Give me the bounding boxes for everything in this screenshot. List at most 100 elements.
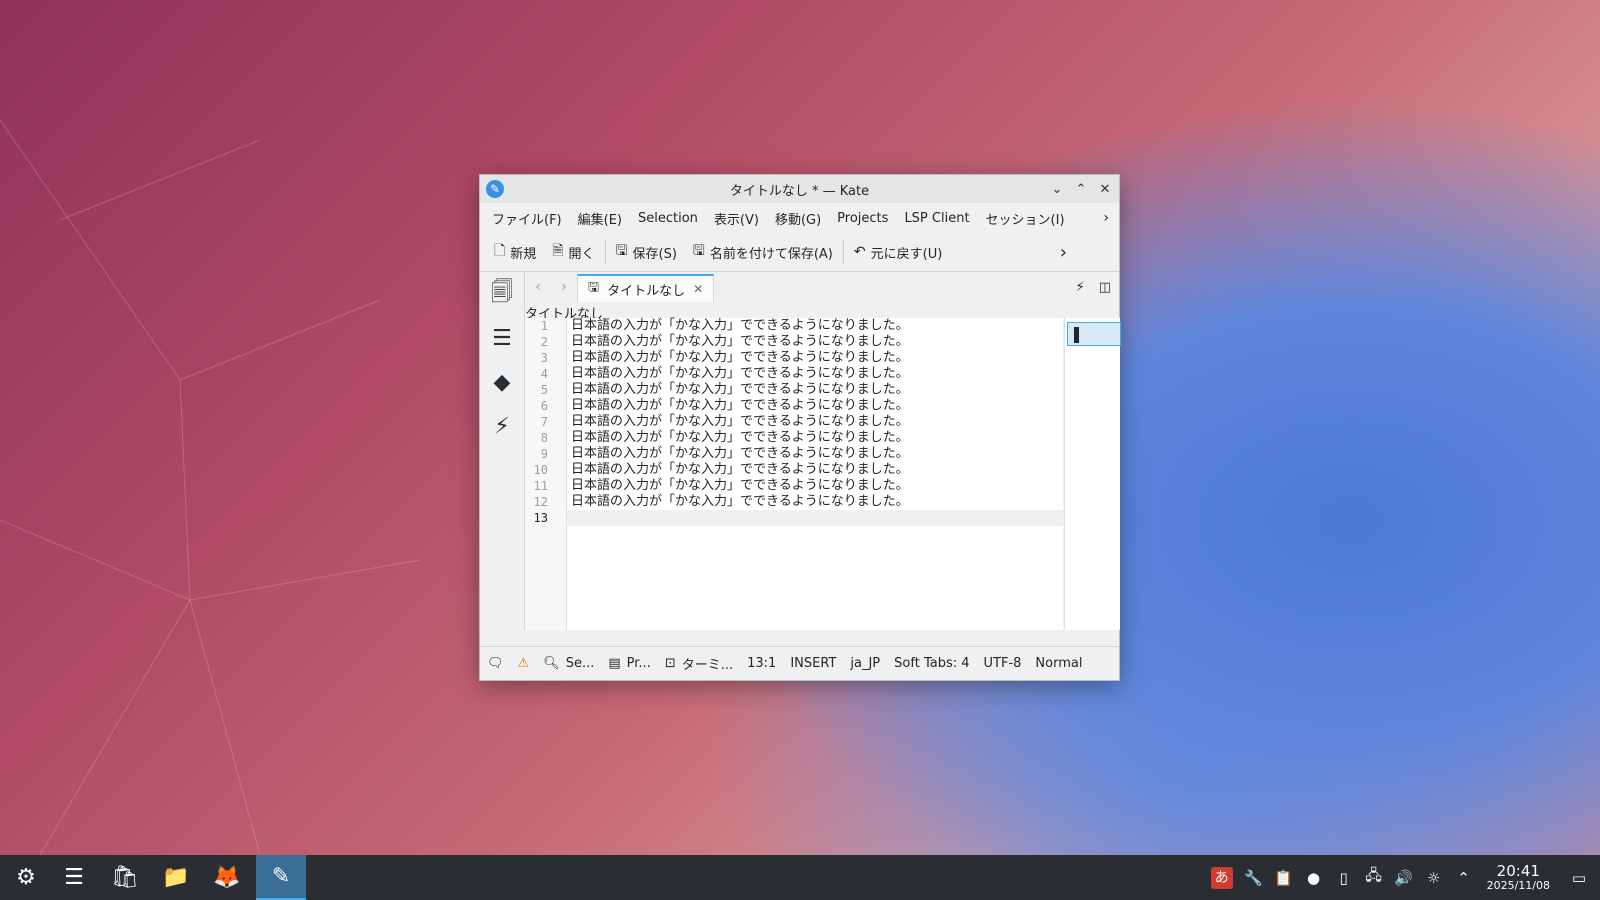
save-as-button[interactable]: 🖫 名前を付けて保存(A) bbox=[685, 240, 841, 264]
text-line[interactable]: 日本語の入力が「かな入力」でできるようになりました。 bbox=[567, 478, 1063, 494]
new-button[interactable]: 🗋 新規 bbox=[486, 240, 544, 264]
text-line[interactable]: 日本語の入力が「かな入力」でできるようになりました。 bbox=[567, 430, 1063, 446]
git-icon[interactable]: ◆ bbox=[480, 360, 524, 404]
text-line[interactable]: 日本語の入力が「かな入力」でできるようになりました。 bbox=[567, 414, 1063, 430]
line-number: 11 bbox=[533, 479, 548, 493]
menu-bar: ファイル(F) 編集(E) Selection 表示(V) 移動(G) Proj… bbox=[480, 203, 1119, 233]
volume-icon[interactable]: 🔊 bbox=[1389, 869, 1419, 887]
tray-expand-icon[interactable]: ⌃ bbox=[1449, 869, 1479, 887]
text-line[interactable]: 日本語の入力が「かな入力」でできるようになりました。 bbox=[567, 494, 1063, 510]
text-line[interactable]: 日本語の入力が「かな入力」でできるようになりました。 bbox=[567, 318, 1063, 334]
window-controls: ⌄ ⌃ ✕ bbox=[1047, 179, 1115, 199]
toolbar-overflow-chevron-icon[interactable]: › bbox=[1060, 242, 1067, 263]
removable-devices-icon[interactable]: ▯ bbox=[1329, 869, 1359, 887]
text-line[interactable]: 日本語の入力が「かな入力」でできるようになりました。 bbox=[567, 398, 1063, 414]
quick-action-icon[interactable]: ⚡ bbox=[1076, 280, 1085, 295]
new-document-icon: 🗋 bbox=[494, 243, 506, 259]
tab-untitled[interactable]: 🖫 タイトルなし ✕ bbox=[577, 274, 715, 302]
menu-lsp-client[interactable]: LSP Client bbox=[896, 211, 977, 226]
minimize-icon[interactable]: ⌄ bbox=[1047, 179, 1067, 199]
show-desktop-icon[interactable]: ▭ bbox=[1564, 869, 1594, 887]
edit-mode[interactable]: INSERT bbox=[783, 656, 843, 671]
text-line[interactable]: 日本語の入力が「かな入力」でできるようになりました。 bbox=[567, 382, 1063, 398]
dictionary[interactable]: ja_JP bbox=[843, 656, 887, 671]
text-line[interactable]: 日本語の入力が「かな入力」でできるようになりました。 bbox=[567, 462, 1063, 478]
search-panel-label: Se... bbox=[565, 656, 595, 671]
save-button[interactable]: 🖫 保存(S) bbox=[608, 240, 685, 264]
main-area: 🗐 ☰ ◆ ⚡ ‹ › 🖫 タイトルなし ✕ ⚡ ◫ タイトルなし 1 2 3 bbox=[480, 272, 1121, 630]
nav-back-icon[interactable]: ‹ bbox=[525, 279, 551, 295]
network-icon[interactable]: 🖧 bbox=[1359, 865, 1389, 890]
menu-edit[interactable]: 編集(E) bbox=[570, 209, 630, 228]
line-number: 9 bbox=[540, 447, 548, 461]
discover-store-icon[interactable]: 🛍 bbox=[101, 855, 149, 900]
tab-close-icon[interactable]: ✕ bbox=[693, 282, 703, 296]
text-line[interactable]: 日本語の入力が「かな入力」でできるようになりました。 bbox=[567, 446, 1063, 462]
menu-selection[interactable]: Selection bbox=[630, 211, 706, 226]
menu-projects[interactable]: Projects bbox=[829, 211, 896, 226]
firefox-icon[interactable]: 🦊 bbox=[203, 855, 251, 900]
text-lines[interactable]: 日本語の入力が「かな入力」でできるようになりました。 日本語の入力が「かな入力」… bbox=[567, 318, 1063, 526]
minimap-text-marker bbox=[1074, 327, 1079, 343]
clock-time: 20:41 bbox=[1496, 861, 1540, 880]
menu-view[interactable]: 表示(V) bbox=[706, 209, 767, 228]
split-view-icon[interactable]: ◫ bbox=[1099, 280, 1111, 295]
terminal-panel-label: ターミ... bbox=[681, 658, 734, 673]
line-number-gutter: 1 2 3 4 5 6 7 8 9 10 11 12 13 bbox=[525, 318, 567, 630]
text-line[interactable]: 日本語の入力が「かな入力」でできるようになりました。 bbox=[567, 350, 1063, 366]
input-method-hiragana-icon[interactable]: あ bbox=[1210, 866, 1233, 889]
status-bar: 🗨 ⚠ 🔍︎ Se... ▤ Pr... ⊡ ターミ... 13:1 INSER… bbox=[480, 646, 1119, 680]
save-label: 保存(S) bbox=[632, 246, 677, 262]
kate-window: ✎ タイトルなし * — Kate ⌄ ⌃ ✕ ファイル(F) 編集(E) Se… bbox=[479, 174, 1121, 681]
save-as-label: 名前を付けて保存(A) bbox=[709, 246, 833, 262]
documents-icon[interactable]: 🗐 bbox=[480, 272, 524, 316]
messages-icon[interactable]: 🗨 bbox=[480, 656, 511, 671]
encoding[interactable]: UTF-8 bbox=[977, 656, 1029, 671]
symbol-list-icon[interactable]: ☰ bbox=[480, 316, 524, 360]
text-line[interactable]: 日本語の入力が「かな入力」でできるようになりました。 bbox=[567, 334, 1063, 350]
kate-task-icon[interactable]: ✎ bbox=[256, 855, 306, 900]
menu-overflow-chevron-icon[interactable]: › bbox=[1103, 210, 1109, 226]
cursor-position[interactable]: 13:1 bbox=[740, 656, 783, 671]
nav-forward-icon[interactable]: › bbox=[551, 279, 577, 295]
search-panel-button[interactable]: 🔍︎ Se... bbox=[536, 656, 601, 671]
brightness-icon[interactable]: ☼ bbox=[1419, 869, 1449, 887]
minimap-viewport[interactable] bbox=[1067, 322, 1121, 346]
input-tool-icon[interactable]: 🔧 bbox=[1239, 869, 1269, 887]
menu-file[interactable]: ファイル(F) bbox=[484, 209, 570, 228]
line-number: 3 bbox=[540, 351, 548, 365]
kate-app-icon[interactable]: ✎ bbox=[486, 180, 504, 198]
open-button[interactable]: 🗎 開く bbox=[544, 240, 602, 264]
menu-sessions[interactable]: セッション(I) bbox=[978, 209, 1073, 228]
terminal-panel-button[interactable]: ⊡ ターミ... bbox=[658, 654, 740, 673]
text-editor[interactable]: 1 2 3 4 5 6 7 8 9 10 11 12 13 日本語の入力が「かな… bbox=[525, 318, 1063, 630]
open-label: 開く bbox=[568, 246, 595, 262]
title-bar[interactable]: ✎ タイトルなし * — Kate ⌄ ⌃ ✕ bbox=[480, 175, 1119, 203]
line-number: 1 bbox=[540, 319, 548, 333]
menu-go[interactable]: 移動(G) bbox=[767, 209, 829, 228]
text-line[interactable]: 日本語の入力が「かな入力」でできるようになりました。 bbox=[567, 366, 1063, 382]
text-line-current[interactable] bbox=[567, 510, 1063, 526]
clock[interactable]: 20:41 2025/11/08 bbox=[1487, 863, 1550, 893]
file-manager-icon[interactable]: 📁 bbox=[152, 855, 200, 900]
projects-panel-button[interactable]: ▤ Pr... bbox=[601, 656, 657, 671]
clipboard-icon[interactable]: 📋 bbox=[1269, 869, 1299, 887]
input-mode[interactable]: Normal bbox=[1028, 656, 1089, 671]
terminal-icon: ⊡ bbox=[664, 656, 676, 671]
projects-panel-label: Pr... bbox=[626, 656, 651, 671]
project-tree-icon[interactable]: ⚡ bbox=[480, 404, 524, 448]
tab-bar: ‹ › 🖫 タイトルなし ✕ ⚡ ◫ bbox=[525, 272, 1119, 302]
line-number: 5 bbox=[540, 383, 548, 397]
left-sidebar: 🗐 ☰ ◆ ⚡ bbox=[480, 272, 525, 630]
application-launcher-icon[interactable]: ⚙ bbox=[2, 855, 50, 900]
undo-button[interactable]: ↶ 元に戻す(U) bbox=[846, 243, 950, 262]
keyboard-layout-flag-icon[interactable]: ● bbox=[1299, 869, 1329, 887]
close-icon[interactable]: ✕ bbox=[1095, 179, 1115, 199]
maximize-icon[interactable]: ⌃ bbox=[1071, 179, 1091, 199]
warning-icon[interactable]: ⚠ bbox=[511, 656, 537, 671]
indentation[interactable]: Soft Tabs: 4 bbox=[887, 656, 976, 671]
undo-icon: ↶ bbox=[853, 244, 866, 260]
system-settings-icon[interactable]: ☰ bbox=[50, 855, 98, 900]
minimap-scrollbar[interactable] bbox=[1064, 318, 1121, 630]
projects-icon: ▤ bbox=[608, 656, 621, 671]
